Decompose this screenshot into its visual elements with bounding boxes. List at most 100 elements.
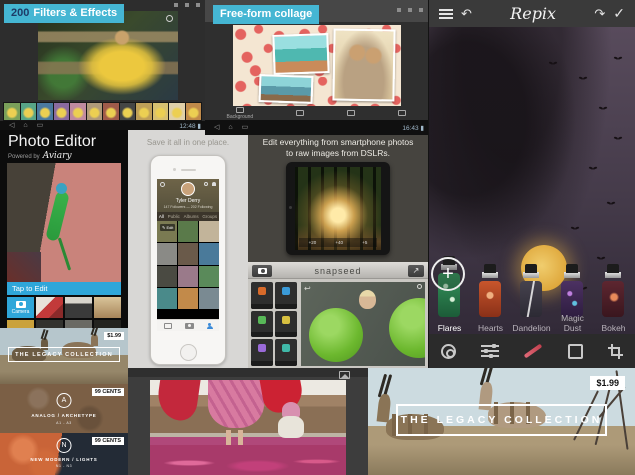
tab-groups[interactable]: Groups [202,214,217,219]
filter-thumb[interactable] [136,103,152,120]
lizard-photo[interactable] [7,163,121,282]
store-item-new-modern[interactable]: 99 CENTS N NEW MODERN / LIGHTS N1 - N3 [0,433,128,475]
frame-tool-icon[interactable] [568,344,583,359]
photo-thumb[interactable] [36,297,63,318]
pink-dress-photo[interactable] [150,380,346,475]
collage-action-icons[interactable] [397,8,423,12]
edit-button[interactable]: ✎ Edit [160,224,175,231]
image-icon[interactable] [339,371,350,379]
filter-tile[interactable] [251,311,273,338]
photo-thumb[interactable] [199,221,219,242]
home-icon[interactable]: ⌂ [228,123,232,132]
balloon-photo-canvas[interactable]: ↩ [301,282,425,366]
filter-thumb[interactable] [70,103,86,120]
share-button[interactable]: ↗ [408,265,424,277]
brush-magic-dust[interactable]: Magic Dust [552,243,593,335]
photo-thumb[interactable] [94,320,121,328]
gear-icon[interactable] [417,284,422,289]
photo-thumb[interactable] [157,243,177,264]
profile-stats: 147 Followers — 202 Following [157,205,219,209]
photo-thumb[interactable] [94,297,121,318]
filter-thumb[interactable] [186,103,202,120]
home-button[interactable] [180,344,197,361]
text-tool-button[interactable] [347,110,355,117]
photo-thumb[interactable] [178,288,198,309]
filter-thumb[interactable] [21,103,37,120]
store-item-analog[interactable]: 99 CENTS A ANALOG / ARCHETYPE A1 - A3 [0,384,128,433]
back-icon[interactable]: ◁ [9,121,14,130]
collage-photo-sea[interactable] [272,33,329,75]
add-brush-icon[interactable]: + [431,257,465,291]
vignette-tool-icon[interactable] [441,344,456,359]
background-tool-button[interactable]: Background [227,107,254,120]
tap-to-edit-button[interactable]: Tap to Edit [7,282,121,295]
filter-thumb[interactable] [54,103,70,120]
photo-thumb[interactable] [157,288,177,309]
camera-icon[interactable] [185,323,194,329]
camera-tile-label: Camera [12,309,30,315]
undo-icon[interactable]: ↶ [461,6,472,22]
filter-thumb[interactable] [87,103,103,120]
profile-icon[interactable] [207,323,213,329]
green-balloon [389,298,425,358]
store-item-legacy[interactable]: $1.99 THE LEGACY COLLECTION [0,328,128,384]
adjust-sliders-icon[interactable] [481,342,499,360]
menu-icon[interactable] [439,7,453,21]
photo-thumb[interactable] [178,221,198,242]
sticker-tool-button[interactable] [296,110,304,117]
filter-thumb[interactable] [169,103,185,120]
filter-tile[interactable] [275,282,297,309]
recents-icon[interactable]: ▭ [242,123,249,132]
brush-tool-icon[interactable] [524,344,543,359]
bell-icon[interactable] [212,182,216,186]
photo-thumb[interactable] [199,243,219,264]
back-icon[interactable]: ◁ [214,123,219,132]
filter-thumb[interactable] [120,103,136,120]
brush-bokeh[interactable]: Bokeh [593,243,634,335]
filter-tile[interactable] [251,339,273,366]
avatar[interactable] [181,182,195,196]
tab-albums[interactable]: Albums [184,214,199,219]
filter-thumb[interactable] [4,103,20,120]
search-icon[interactable] [204,182,208,186]
filter-thumb[interactable] [103,103,119,120]
recents-icon[interactable]: ▭ [37,121,44,130]
filter-thumbnail-strip[interactable] [3,102,202,121]
photo-thumb[interactable] [7,320,34,328]
photo-thumb[interactable] [178,243,198,264]
collage-canvas[interactable] [233,25,401,106]
collage-photo-couple[interactable] [332,28,395,101]
window-action-icons[interactable] [174,3,200,7]
photo-thumb[interactable] [178,266,198,287]
brush-flares[interactable]: + Flares [429,243,470,335]
confirm-check-icon[interactable]: ✓ [613,5,625,22]
collage-photo-harbor[interactable] [259,74,314,104]
filter-tile[interactable] [275,311,297,338]
back-arrow-icon[interactable]: ↩ [304,284,311,293]
gear-icon[interactable] [160,182,165,187]
photo-thumb[interactable] [199,266,219,287]
home-icon[interactable]: ⌂ [23,121,27,130]
brush-hearts[interactable]: Hearts [470,243,511,335]
photos-icon[interactable] [164,323,172,329]
photo-thumb[interactable] [65,297,92,318]
bird-silhouette [614,137,622,141]
photo-thumb[interactable] [36,320,63,328]
filter-thumb[interactable] [37,103,53,120]
redo-icon[interactable]: ↷ [594,6,605,22]
edit-sliders-strip[interactable]: +20 +40 +5 [299,238,377,247]
photo-thumb[interactable] [199,288,219,309]
tab-public[interactable]: Public [168,214,180,219]
filter-tile[interactable] [251,282,273,309]
camera-tile-button[interactable]: Camera [7,297,34,318]
legacy-collection-panel[interactable]: $1.99 THE LEGACY COLLECTION [368,368,635,475]
photo-thumb[interactable] [65,320,92,328]
photo-thumb[interactable] [157,266,177,287]
brush-dandelion[interactable]: Dandelion [511,243,552,335]
tab-all[interactable]: All [159,214,164,219]
save-tool-button[interactable] [398,110,406,117]
crop-tool-icon[interactable] [608,344,623,359]
settings-gear-icon[interactable] [166,15,173,22]
filter-tile[interactable] [275,339,297,366]
filter-thumb[interactable] [153,103,169,120]
